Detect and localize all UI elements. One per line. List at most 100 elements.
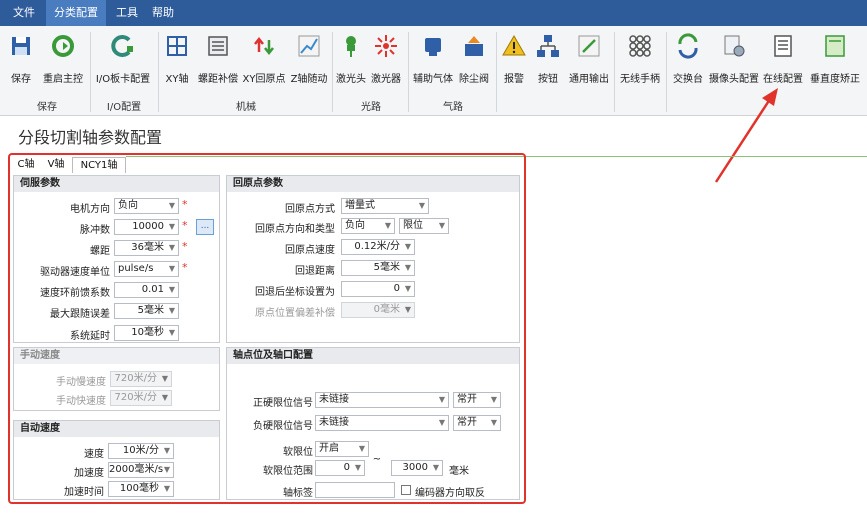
chevron-down-icon: ▼ [168, 243, 175, 252]
chevron-down-icon: ▼ [168, 264, 175, 273]
general-output-button[interactable]: 通用输出 [566, 28, 612, 90]
alarm-button[interactable]: 报警 [498, 28, 530, 90]
chevron-down-icon: ▼ [438, 395, 445, 404]
chevron-down-icon: ▼ [168, 306, 175, 315]
chevron-down-icon: ▼ [404, 263, 411, 272]
manual-slow-speed-value: 720米/分 [114, 373, 157, 384]
exchange-table-button[interactable]: 交换台 [668, 28, 708, 90]
positive-limit-mode-select[interactable]: 常开 ▼ [453, 392, 501, 408]
z-follow-label: Z轴随动 [290, 74, 328, 85]
encoder-reverse-checkbox[interactable] [401, 485, 411, 495]
soft-limit-min-input[interactable]: 0 ▼ [315, 460, 365, 476]
motor-direction-select[interactable]: 负向 ▼ [114, 198, 179, 214]
home-mode-select[interactable]: 増量式 ▼ [341, 198, 429, 214]
verticality-correction-button[interactable]: 垂直度矫正 [806, 28, 864, 90]
system-delay-label: 系统延时 [70, 331, 110, 342]
group-label-optical: 光路 [361, 102, 381, 113]
pitch-input[interactable]: 36毫米 ▼ [114, 240, 179, 256]
menu-file[interactable]: 文件 [4, 0, 44, 26]
ribbon-separator [90, 32, 91, 112]
io-board-config-button[interactable]: I/O板卡配置 [92, 28, 154, 90]
manual-slow-speed-label: 手动慢速度 [56, 377, 106, 388]
negative-limit-mode-select[interactable]: 常开 ▼ [453, 415, 501, 431]
exchange-icon [678, 33, 698, 59]
motor-direction-value: 负向 [118, 200, 138, 211]
xy-axis-button[interactable]: XY轴 [160, 28, 194, 90]
home-panel-title: 回原点参数 [227, 176, 519, 192]
page-title: 分段切割轴参数配置 [18, 128, 163, 147]
camera-config-button[interactable]: 摄像头配置 [708, 28, 760, 90]
chevron-down-icon: ▼ [358, 444, 365, 453]
chevron-down-icon: ▼ [438, 418, 445, 427]
servo-panel-title: 伺服参数 [14, 176, 219, 192]
exchange-table-label: 交换台 [673, 74, 703, 85]
online-config-icon [774, 35, 792, 57]
xy-home-button[interactable]: XY回原点 [240, 28, 288, 90]
z-follow-icon [298, 35, 320, 57]
driver-speed-unit-select[interactable]: pulse/s ▼ [114, 261, 179, 277]
home-direction-type-label: 回原点方向和类型 [255, 224, 335, 235]
button-config-label: 按钮 [538, 74, 558, 85]
home-type-select[interactable]: 限位 ▼ [399, 218, 449, 234]
z-follow-button[interactable]: Z轴随动 [288, 28, 330, 90]
accel-time-input[interactable]: 100毫秒 ▼ [108, 481, 174, 497]
button-config-button[interactable]: 按钮 [532, 28, 564, 90]
chevron-down-icon: ▼ [384, 221, 391, 230]
system-delay-input[interactable]: 10毫秒 ▼ [114, 325, 179, 341]
ribbon-separator [158, 32, 159, 112]
retreat-coord-input[interactable]: 0 ▼ [341, 281, 415, 297]
range-unit: 毫米 [449, 466, 469, 477]
positive-limit-select[interactable]: 未链接 ▼ [315, 392, 449, 408]
alarm-label: 报警 [504, 74, 524, 85]
auto-speed-input[interactable]: 10米/分 ▼ [108, 443, 174, 459]
home-direction-select[interactable]: 负向 ▼ [341, 218, 395, 234]
ribbon-separator [332, 32, 333, 112]
pulse-count-input[interactable]: 10000 ▼ [114, 219, 179, 235]
soft-limit-max-input[interactable]: 3000 ▼ [391, 460, 443, 476]
soft-limit-min-value: 0 [343, 462, 350, 473]
dust-valve-button[interactable]: 除尘阀 [456, 28, 492, 90]
negative-limit-value: 未链接 [319, 417, 349, 428]
chevron-down-icon: ▼ [490, 395, 497, 404]
chevron-down-icon: ▼ [161, 393, 168, 402]
pitch-compensation-button[interactable]: 螺距补偿 [196, 28, 240, 90]
menu-category-config[interactable]: 分类配置 [46, 0, 106, 26]
xy-home-icon [254, 36, 274, 56]
save-label: 保存 [11, 74, 31, 85]
pulse-calc-button[interactable]: ... [196, 219, 214, 235]
save-button[interactable]: 保存 [4, 28, 38, 90]
online-config-button[interactable]: 在线配置 [760, 28, 806, 90]
home-speed-input[interactable]: 0.12米/分 ▼ [341, 239, 415, 255]
driver-speed-unit-value: pulse/s [118, 263, 154, 274]
motor-direction-label: 电机方向 [70, 204, 110, 215]
feedforward-input[interactable]: 0.01 ▼ [114, 282, 179, 298]
wireless-pendant-button[interactable]: 无线手柄 [616, 28, 664, 90]
restart-controller-button[interactable]: 重启主控 [40, 28, 86, 90]
axis-tag-input[interactable] [315, 482, 395, 498]
assist-gas-button[interactable]: 辅助气体 [410, 28, 456, 90]
max-follow-error-input[interactable]: 5毫米 ▼ [114, 303, 179, 319]
chevron-down-icon: ▼ [418, 201, 425, 210]
pitch-compensation-icon [208, 36, 228, 56]
chevron-down-icon: ▼ [163, 484, 170, 493]
laser-source-label: 激光器 [371, 74, 401, 85]
negative-limit-select[interactable]: 未链接 ▼ [315, 415, 449, 431]
manual-slow-speed-input[interactable]: 720米/分 ▼ [110, 371, 172, 387]
network-icon [537, 35, 559, 57]
required-mark: * [182, 198, 188, 211]
keypad-icon [629, 35, 651, 57]
feedforward-label: 速度环前馈系数 [40, 288, 110, 299]
manual-fast-speed-input[interactable]: 720米/分 ▼ [110, 390, 172, 406]
soft-limit-select[interactable]: 开启 ▼ [315, 441, 369, 457]
laser-source-button[interactable]: 激光器 [368, 28, 404, 90]
chevron-down-icon: ▼ [168, 201, 175, 210]
assist-gas-icon [425, 38, 441, 56]
retreat-distance-input[interactable]: 5毫米 ▼ [341, 260, 415, 276]
menu-bar: 文件 分类配置 工具 帮助 [0, 0, 867, 26]
manual-fast-speed-label: 手动快速度 [56, 396, 106, 407]
menu-tools[interactable]: 工具 [110, 0, 144, 26]
menu-help[interactable]: 帮助 [146, 0, 180, 26]
laser-head-button[interactable]: 激光头 [334, 28, 368, 90]
home-offset-input[interactable]: 0毫米 ▼ [341, 302, 415, 318]
acceleration-input[interactable]: 2000毫米/s ▼ [108, 462, 174, 478]
